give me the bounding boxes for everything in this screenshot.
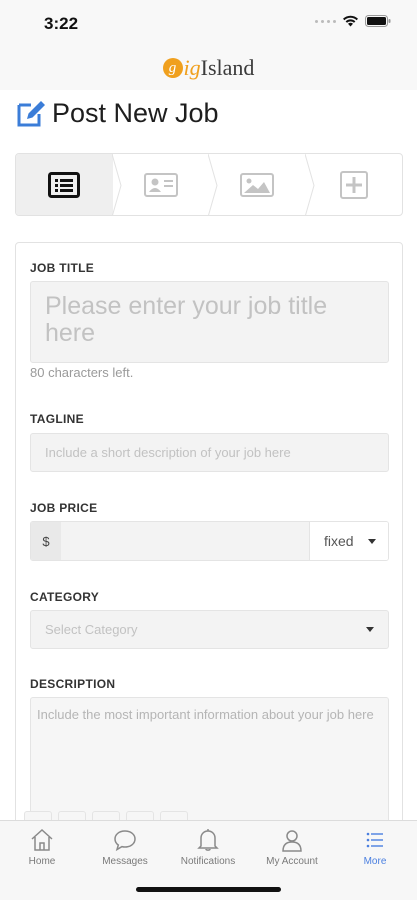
step-profile[interactable] xyxy=(113,154,218,215)
user-icon xyxy=(282,830,302,852)
step-extras[interactable] xyxy=(306,154,403,215)
price-type-value: fixed xyxy=(324,533,354,549)
signal-icon xyxy=(315,19,336,23)
price-type-select[interactable]: fixed xyxy=(309,522,388,560)
logo-island-text: Island xyxy=(200,55,255,80)
status-bar: 3:22 xyxy=(0,0,417,46)
bell-icon xyxy=(197,829,219,851)
tab-messages[interactable]: Messages xyxy=(83,827,167,867)
job-title-placeholder: Please enter your job title here xyxy=(45,292,328,347)
image-icon xyxy=(240,172,275,197)
tab-more[interactable]: More xyxy=(333,827,417,867)
tab-messages-label: Messages xyxy=(102,856,148,867)
job-title-char-count: 80 characters left. xyxy=(30,365,134,380)
job-form: JOB TITLE Please enter your job title he… xyxy=(15,242,403,842)
status-time: 3:22 xyxy=(44,14,79,33)
tab-home[interactable]: Home xyxy=(0,827,84,867)
tab-notifications-label: Notifications xyxy=(180,856,236,867)
chevron-down-icon xyxy=(368,538,376,544)
home-indicator xyxy=(136,887,281,892)
tagline-placeholder: Include a short description of your job … xyxy=(45,445,291,460)
status-icons xyxy=(315,15,391,27)
plus-square-icon xyxy=(339,170,368,199)
app-header: g ig Island xyxy=(0,46,417,90)
menu-list-icon xyxy=(366,832,383,848)
category-placeholder: Select Category xyxy=(45,622,138,637)
step-details[interactable] xyxy=(16,154,122,215)
job-price-group: $ fixed xyxy=(30,521,389,561)
tab-home-label: Home xyxy=(28,856,56,867)
logo-g-mark: g xyxy=(162,58,183,78)
id-card-icon xyxy=(143,172,178,197)
gigisland-logo: g ig Island xyxy=(162,55,255,81)
chat-icon xyxy=(114,830,136,852)
tagline-label: TAGLINE xyxy=(30,412,84,426)
battery-icon xyxy=(365,15,391,27)
job-price-input[interactable] xyxy=(61,522,309,560)
page-title-text: Post New Job xyxy=(52,98,219,128)
tagline-input[interactable]: Include a short description of your job … xyxy=(30,433,389,472)
description-placeholder: Include the most important information a… xyxy=(37,707,374,722)
category-select[interactable]: Select Category xyxy=(30,610,389,649)
tab-my-account-label: My Account xyxy=(266,856,318,867)
job-title-input[interactable]: Please enter your job title here xyxy=(30,281,389,363)
description-label: DESCRIPTION xyxy=(30,677,116,691)
job-title-label: JOB TITLE xyxy=(30,261,95,275)
post-job-stepper xyxy=(15,153,403,216)
chevron-down-icon xyxy=(366,627,374,632)
tab-my-account[interactable]: My Account xyxy=(250,827,334,867)
step-media[interactable] xyxy=(209,154,315,215)
wifi-icon xyxy=(343,15,358,27)
logo-ig-text: ig xyxy=(183,55,201,80)
category-label: CATEGORY xyxy=(30,590,100,604)
job-price-label: JOB PRICE xyxy=(30,501,98,515)
page-title: Post New Job xyxy=(16,98,219,129)
home-icon xyxy=(31,828,53,851)
edit-icon xyxy=(17,100,45,126)
currency-addon: $ xyxy=(31,522,61,560)
list-icon xyxy=(48,171,81,198)
tab-more-label: More xyxy=(363,856,387,867)
tab-notifications[interactable]: Notifications xyxy=(166,827,250,867)
